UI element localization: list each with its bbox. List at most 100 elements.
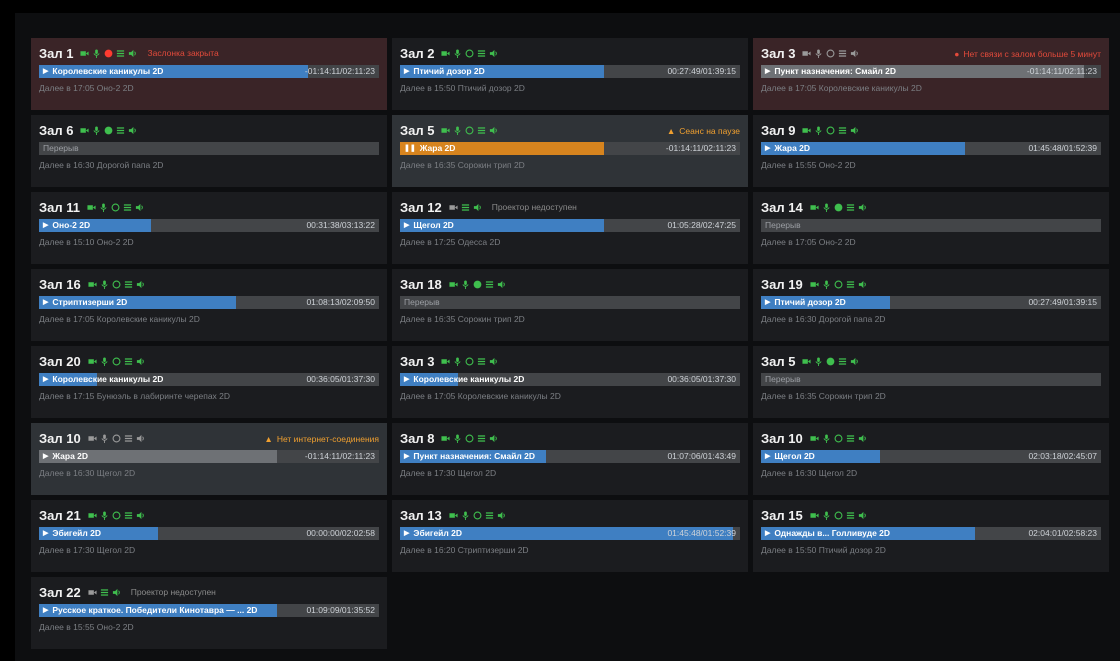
session-progress-bar[interactable]: ▶ Королевские каникулы 2D 00:36:05/01:37… <box>400 373 740 386</box>
hall-icons <box>810 510 867 520</box>
play-icon: ▶ <box>404 222 410 229</box>
hall-header: Зал 14 <box>761 198 1101 216</box>
camera-icon <box>449 511 458 520</box>
session-progress-bar[interactable]: ▶ Щегол 2D 02:03:18/02:45:07 <box>761 450 1101 463</box>
next-session: Далее в 17:30 Щегол 2D <box>39 545 136 555</box>
session-progress-bar[interactable]: ▶ Оно-2 2D 00:31:38/03:13:22 <box>39 219 379 232</box>
session-progress-bar[interactable]: ▶ Птичий дозор 2D 00:27:49/01:39:15 <box>761 296 1101 309</box>
camera-icon <box>802 357 812 366</box>
movie-title: Перерыв <box>765 374 801 384</box>
movie-title: Щегол 2D <box>413 220 454 230</box>
hall-card-22[interactable]: Зал 22 Проектор недоступен ▶ Русское кра… <box>31 577 387 649</box>
hall-card-11[interactable]: Зал 18 Перерыв Далее в 16:35 Сорокин три… <box>392 269 748 341</box>
session-progress-bar[interactable]: ▶ Птичий дозор 2D 00:27:49/01:39:15 <box>400 65 740 78</box>
speaker-icon <box>858 280 867 289</box>
hall-icons <box>88 356 145 366</box>
session-progress-bar[interactable]: ▶ Пункт назначения: Смайл 2D 01:07:06/01… <box>400 450 740 463</box>
hall-card-15[interactable]: Зал 5 Перерыв Далее в 16:35 Сорокин трип… <box>753 346 1109 418</box>
status-ring-icon <box>834 511 843 520</box>
speaker-icon <box>858 511 867 520</box>
session-time: 01:05:28/02:47:25 <box>667 220 736 230</box>
hall-card-21[interactable]: Зал 15 ▶ Однажды в... Голливуде 2D 02:04… <box>753 500 1109 572</box>
session-progress-bar[interactable]: Перерыв <box>400 296 740 309</box>
hall-header: Зал 10 <box>761 429 1101 447</box>
hall-note: Заслонка закрыта <box>147 48 219 58</box>
microphone-icon <box>453 433 462 443</box>
hall-card-1[interactable]: Зал 1 Заслонка закрыта ▶ Королевские кан… <box>31 38 387 110</box>
hall-card-20[interactable]: Зал 13 ▶ Эбигейл 2D 01:45:48/01:52:39 Да… <box>392 500 748 572</box>
play-icon: ▶ <box>404 453 410 460</box>
session-progress-bar[interactable]: ▶ Эбигейл 2D 00:00:00/02:02:58 <box>39 527 379 540</box>
menu-icon <box>124 511 133 520</box>
session-time: 01:45:48/01:52:39 <box>1028 143 1097 153</box>
hall-card-18[interactable]: Зал 10 ▶ Щегол 2D 02:03:18/02:45:07 Дале… <box>753 423 1109 495</box>
hall-header: Зал 3 <box>400 352 740 370</box>
hall-card-6[interactable]: Зал 9 ▶ Жара 2D 01:45:48/01:52:39 Далее … <box>753 115 1109 187</box>
hall-card-3[interactable]: Зал 3 ● Нет связи с залом больше 5 минут… <box>753 38 1109 110</box>
session-progress-bar[interactable]: ▶ Пункт назначения: Смайл 2D -01:14:11/0… <box>761 65 1101 78</box>
session-label: ▶ Королевские каникулы 2D <box>43 373 163 386</box>
session-progress-bar[interactable]: ▶ Стриптизерши 2D 01:08:13/02:09:50 <box>39 296 379 309</box>
session-time: 01:45:48/01:52:39 <box>667 528 736 538</box>
session-label: ❚❚ Жара 2D <box>404 142 455 155</box>
session-label: ▶ Жара 2D <box>43 450 88 463</box>
hall-card-2[interactable]: Зал 2 ▶ Птичий дозор 2D 00:27:49/01:39:1… <box>392 38 748 110</box>
session-progress-bar[interactable]: ▶ Однажды в... Голливуде 2D 02:04:01/02:… <box>761 527 1101 540</box>
play-icon: ▶ <box>43 376 49 383</box>
microphone-icon <box>461 279 470 289</box>
session-progress-bar[interactable]: ▶ Королевские каникулы 2D 00:36:05/01:37… <box>39 373 379 386</box>
hall-card-19[interactable]: Зал 21 ▶ Эбигейл 2D 00:00:00/02:02:58 Да… <box>31 500 387 572</box>
status-dot-icon <box>104 49 113 58</box>
hall-card-10[interactable]: Зал 16 ▶ Стриптизерши 2D 01:08:13/02:09:… <box>31 269 387 341</box>
hall-card-17[interactable]: Зал 8 ▶ Пункт назначения: Смайл 2D 01:07… <box>392 423 748 495</box>
next-session: Далее в 16:30 Щегол 2D <box>39 468 136 478</box>
hall-card-5[interactable]: Зал 5 ▲ Сеанс на паузе ❚❚ Жара 2D -01:14… <box>392 115 748 187</box>
hall-card-9[interactable]: Зал 14 Перерыв Далее в 17:05 Оно-2 2D <box>753 192 1109 264</box>
hall-header: Зал 6 <box>39 121 379 139</box>
camera-icon <box>88 357 97 366</box>
session-progress-bar[interactable]: Перерыв <box>39 142 379 155</box>
menu-icon <box>100 588 109 597</box>
session-progress-bar[interactable]: ❚❚ Жара 2D -01:14:11/02:11:23 <box>400 142 740 155</box>
next-session: Далее в 15:10 Оно-2 2D <box>39 237 134 247</box>
camera-icon <box>810 280 819 289</box>
hall-header: Зал 18 <box>400 275 740 293</box>
hall-icons <box>449 510 506 520</box>
speaker-icon <box>858 434 867 443</box>
next-session: Далее в 16:20 Стриптизерши 2D <box>400 545 529 555</box>
camera-icon <box>80 49 90 58</box>
hall-name: Зал 22 <box>39 584 81 600</box>
session-label: ▶ Щегол 2D <box>765 450 815 463</box>
session-progress-bar[interactable]: ▶ Щегол 2D 01:05:28/02:47:25 <box>400 219 740 232</box>
session-progress-bar[interactable]: ▶ Жара 2D 01:45:48/01:52:39 <box>761 142 1101 155</box>
session-progress-bar[interactable]: ▶ Королевские каникулы 2D -01:14:11/02:1… <box>39 65 379 78</box>
movie-title: Жара 2D <box>774 143 811 153</box>
movie-title: Перерыв <box>43 143 79 153</box>
hall-card-8[interactable]: Зал 12 Проектор недоступен ▶ Щегол 2D 01… <box>392 192 748 264</box>
session-progress-bar[interactable]: ▶ Жара 2D -01:14:11/02:11:23 <box>39 450 379 463</box>
session-progress-bar[interactable]: Перерыв <box>761 373 1101 386</box>
hall-card-4[interactable]: Зал 6 Перерыв Далее в 16:30 Дорогой папа… <box>31 115 387 187</box>
status-ring-icon <box>112 357 121 366</box>
session-progress-bar[interactable]: Перерыв <box>761 219 1101 232</box>
status-ring-icon <box>112 280 121 289</box>
hall-card-13[interactable]: Зал 20 ▶ Королевские каникулы 2D 00:36:0… <box>31 346 387 418</box>
session-time: 00:36:05/01:37:30 <box>306 374 375 384</box>
session-progress-bar[interactable]: ▶ Русское краткое. Победители Кинотавра … <box>39 604 379 617</box>
hall-name: Зал 3 <box>400 353 435 369</box>
menu-icon <box>461 203 470 212</box>
status-ring-icon <box>826 49 835 58</box>
warning-icon: ▲ <box>666 126 676 136</box>
hall-icons <box>802 356 859 366</box>
movie-title: Королевские каникулы 2D <box>52 66 164 76</box>
microphone-icon <box>100 433 109 443</box>
hall-card-14[interactable]: Зал 3 ▶ Королевские каникулы 2D 00:36:05… <box>392 346 748 418</box>
session-progress-bar[interactable]: ▶ Эбигейл 2D 01:45:48/01:52:39 <box>400 527 740 540</box>
menu-icon <box>838 49 847 58</box>
next-session: Далее в 17:05 Королевские каникулы 2D <box>39 314 200 324</box>
hall-card-12[interactable]: Зал 19 ▶ Птичий дозор 2D 00:27:49/01:39:… <box>753 269 1109 341</box>
hall-card-16[interactable]: Зал 10 ▲ Нет интернет-соединения ▶ Жара … <box>31 423 387 495</box>
hall-card-7[interactable]: Зал 11 ▶ Оно-2 2D 00:31:38/03:13:22 Дале… <box>31 192 387 264</box>
play-icon: ▶ <box>43 453 49 460</box>
speaker-icon <box>497 280 506 289</box>
